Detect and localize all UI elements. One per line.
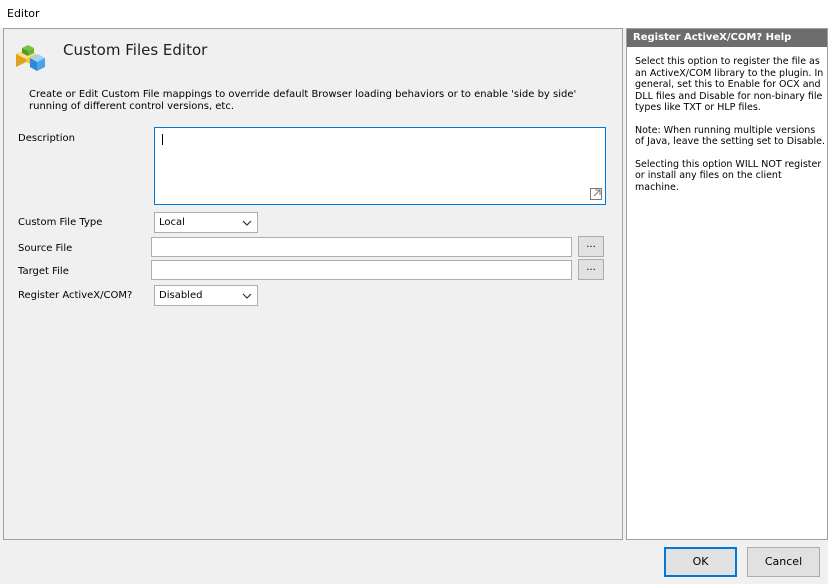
help-panel: Register ActiveX/COM? Help Select this o… xyxy=(626,28,828,540)
page-title: Custom Files Editor xyxy=(63,41,208,59)
text-caret xyxy=(162,134,163,145)
register-activex-label: Register ActiveX/COM? xyxy=(18,290,133,301)
custom-file-type-label: Custom File Type xyxy=(18,217,103,228)
source-file-input[interactable] xyxy=(151,237,572,257)
target-file-label: Target File xyxy=(18,266,69,277)
custom-file-type-value: Local xyxy=(159,217,185,228)
register-activex-value: Disabled xyxy=(159,290,203,301)
ok-button[interactable]: OK xyxy=(664,547,737,577)
target-file-input[interactable] xyxy=(151,260,572,280)
target-file-browse-button[interactable]: ... xyxy=(578,259,604,280)
help-paragraph: Select this option to register the file … xyxy=(635,56,824,113)
help-paragraph: Selecting this option WILL NOT register … xyxy=(635,158,822,193)
custom-file-type-select[interactable]: Local xyxy=(154,212,258,233)
help-title: Register ActiveX/COM? Help xyxy=(627,29,827,47)
custom-files-icon xyxy=(16,45,45,71)
page-description: Create or Edit Custom File mappings to o… xyxy=(29,89,577,112)
help-body: Select this option to register the file … xyxy=(635,56,825,204)
chevron-down-icon xyxy=(242,220,252,226)
description-label: Description xyxy=(18,133,75,144)
editor-panel: Custom Files Editor Create or Edit Custo… xyxy=(3,28,623,540)
description-field[interactable] xyxy=(154,127,606,205)
title-bar: Editor xyxy=(0,0,828,28)
source-file-browse-button[interactable]: ... xyxy=(578,236,604,257)
cancel-button[interactable]: Cancel xyxy=(747,547,820,577)
source-file-label: Source File xyxy=(18,243,73,254)
chevron-down-icon xyxy=(242,293,252,299)
help-paragraph: Note: When running multiple versions of … xyxy=(635,124,825,148)
expand-icon[interactable] xyxy=(590,188,602,200)
register-activex-select[interactable]: Disabled xyxy=(154,285,258,306)
window-title: Editor xyxy=(7,7,40,20)
